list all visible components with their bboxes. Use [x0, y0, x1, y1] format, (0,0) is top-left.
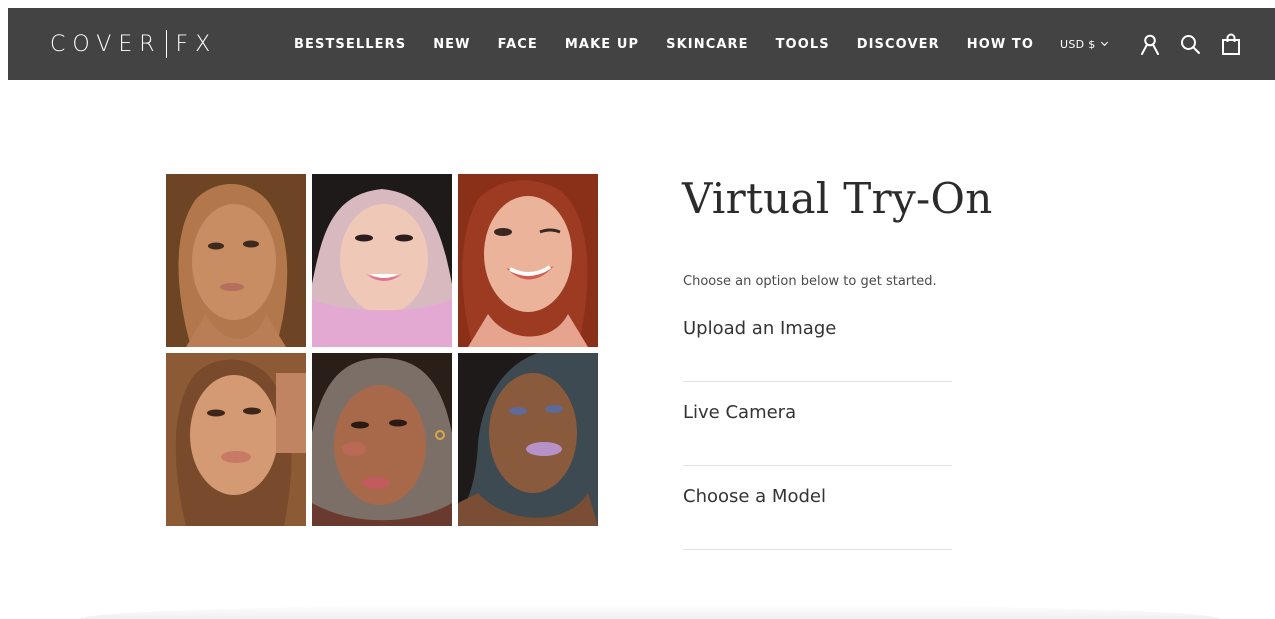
model-photo — [166, 353, 306, 526]
nav-tools[interactable]: TOOLS — [776, 37, 830, 52]
page-title: Virtual Try-On — [682, 174, 993, 223]
currency-label: USD $ — [1060, 37, 1096, 51]
main-nav: BESTSELLERS NEW FACE MAKE UP SKINCARE TO… — [294, 8, 1034, 80]
option-label: Live Camera — [683, 402, 797, 423]
cart-icon[interactable] — [1220, 33, 1242, 55]
model-photo-grid — [166, 174, 598, 526]
nav-make-up[interactable]: MAKE UP — [565, 37, 639, 52]
logo-divider — [165, 30, 167, 58]
model-photo — [312, 353, 452, 526]
upload-image-option[interactable]: Upload an Image — [683, 298, 952, 382]
option-label: Upload an Image — [683, 318, 837, 339]
option-label: Choose a Model — [683, 486, 826, 507]
nav-discover[interactable]: DISCOVER — [857, 37, 940, 52]
nav-how-to[interactable]: HOW TO — [967, 37, 1034, 52]
nav-new[interactable]: NEW — [433, 37, 470, 52]
cover-fx-logo[interactable]: COVER FX — [50, 30, 217, 58]
footer-shadow — [80, 604, 1220, 619]
nav-bestsellers[interactable]: BESTSELLERS — [294, 37, 406, 52]
site-header: COVER FX BESTSELLERS NEW FACE MAKE UP SK… — [8, 8, 1275, 80]
chevron-down-icon — [1100, 38, 1109, 51]
nav-skincare[interactable]: SKINCARE — [666, 37, 748, 52]
nav-face[interactable]: FACE — [498, 37, 538, 52]
choose-model-option[interactable]: Choose a Model — [683, 466, 952, 550]
page-subtitle: Choose an option below to get started. — [683, 274, 937, 289]
page: COVER FX BESTSELLERS NEW FACE MAKE UP SK… — [0, 0, 1275, 619]
account-icon[interactable] — [1139, 33, 1161, 55]
live-camera-option[interactable]: Live Camera — [683, 382, 952, 466]
logo-fx-text: FX — [175, 31, 218, 57]
logo-cover-text: COVER — [50, 31, 162, 57]
model-photo — [166, 174, 306, 347]
search-icon[interactable] — [1179, 33, 1201, 55]
model-photo — [458, 174, 598, 347]
model-photo — [312, 174, 452, 347]
model-photo — [458, 353, 598, 526]
currency-selector[interactable]: USD $ — [1060, 8, 1109, 80]
